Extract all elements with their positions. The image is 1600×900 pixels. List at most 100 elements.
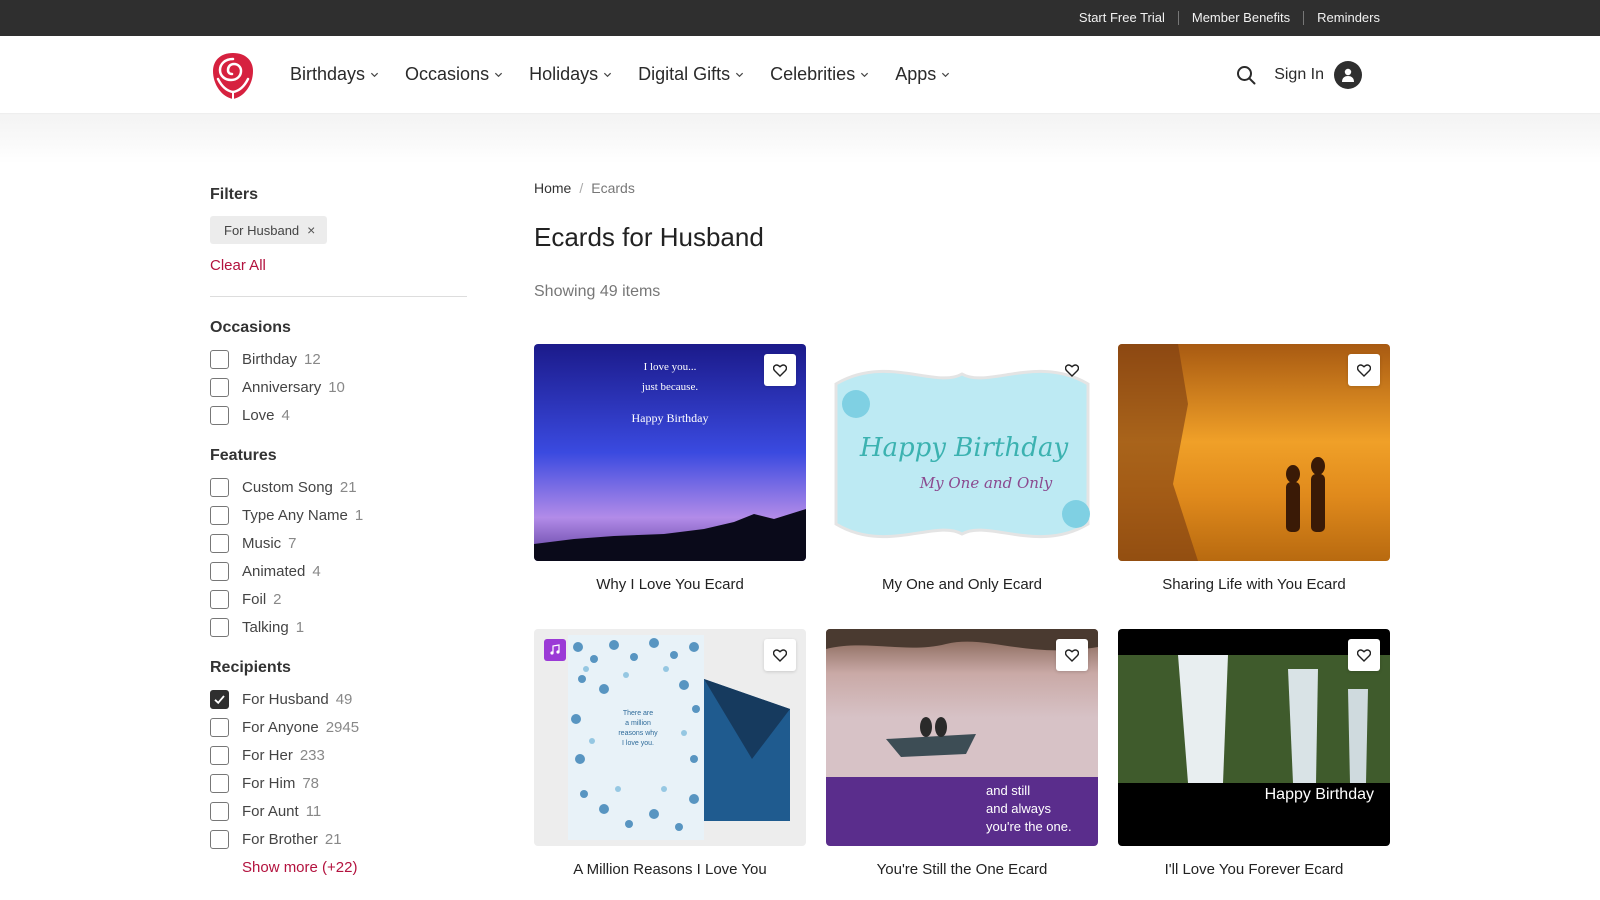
ecard-title[interactable]: A Million Reasons I Love You (534, 861, 806, 878)
recipients-filter: Recipients For Husband 49 For Anyone 294… (210, 659, 467, 876)
favorite-button[interactable] (764, 639, 796, 671)
checkbox[interactable] (210, 589, 229, 609)
card-art-line-4: I love you. (622, 740, 654, 747)
card-art-line-1: Happy Birthday (1265, 786, 1374, 803)
clear-all-link[interactable]: Clear All (210, 257, 467, 274)
filters-title: Filters (210, 186, 259, 203)
nav-digital-gifts[interactable]: Digital Gifts (638, 64, 744, 85)
ecard-thumbnail[interactable]: There are a million reasons why I love y… (534, 629, 806, 846)
card-art-line-3: you're the one. (986, 819, 1072, 834)
header-actions: Sign In (1236, 60, 1362, 89)
filter-option-love[interactable]: Love 4 (210, 401, 467, 429)
filter-option-for-husband[interactable]: For Husband 49 (210, 685, 467, 713)
start-free-trial-link[interactable]: Start Free Trial (1066, 11, 1178, 25)
user-icon[interactable] (1334, 60, 1362, 89)
favorite-button[interactable] (764, 354, 796, 386)
filter-count: 10 (328, 378, 345, 396)
card-art-line-1: Happy Birthday (859, 433, 1069, 463)
filter-label: Foil (242, 590, 267, 608)
chevron-down-icon (736, 72, 744, 78)
filter-option-talking[interactable]: Talking 1 (210, 613, 467, 641)
checkbox[interactable] (210, 561, 229, 581)
checkbox[interactable] (210, 829, 229, 849)
active-filter-chip[interactable]: For Husband × (210, 216, 328, 244)
filter-option-anniversary[interactable]: Anniversary 10 (210, 373, 467, 401)
filter-count: 11 (305, 802, 322, 820)
checkbox[interactable] (210, 617, 229, 637)
reminders-link[interactable]: Reminders (1303, 11, 1380, 25)
filter-label: Music (242, 534, 282, 552)
filter-label: For Her (242, 746, 293, 764)
ecard-thumbnail[interactable]: Happy Birthday (1118, 629, 1390, 846)
checkbox[interactable] (210, 533, 229, 553)
header-shadow (0, 114, 1600, 164)
checkbox[interactable] (210, 801, 229, 821)
filter-option-birthday[interactable]: Birthday 12 (210, 345, 467, 373)
checkbox[interactable] (210, 377, 229, 397)
nav-holidays[interactable]: Holidays (529, 64, 612, 85)
checkbox[interactable] (210, 745, 229, 765)
filter-option-for-aunt[interactable]: For Aunt 11 (210, 797, 467, 825)
features-title: Features (210, 447, 277, 464)
checkbox[interactable] (210, 505, 229, 525)
ecard-tile[interactable]: Sharing Life with You Ecard (1118, 344, 1390, 593)
ecard-tile[interactable]: Happy Birthday My One and Only My One an… (826, 344, 1098, 593)
show-more-link[interactable]: Show more (+22) (242, 859, 467, 876)
checkbox-checked[interactable] (210, 689, 229, 709)
filter-option-for-him[interactable]: For Him 78 (210, 769, 467, 797)
ecard-tile[interactable]: I love you... just because. Happy Birthd… (534, 344, 806, 593)
ecard-title[interactable]: You're Still the One Ecard (826, 861, 1098, 878)
ecard-thumbnail[interactable]: Happy Birthday My One and Only (826, 344, 1098, 561)
ecard-thumbnail[interactable]: and still and always you're the one. (826, 629, 1098, 846)
ecard-thumbnail[interactable]: I love you... just because. Happy Birthd… (534, 344, 806, 561)
search-icon[interactable] (1236, 65, 1256, 85)
heart-icon (1065, 648, 1079, 662)
favorite-button[interactable] (1056, 639, 1088, 671)
favorite-button[interactable] (1348, 354, 1380, 386)
checkbox[interactable] (210, 717, 229, 737)
filter-option-type-any-name[interactable]: Type Any Name 1 (210, 501, 467, 529)
ecard-tile[interactable]: There are a million reasons why I love y… (534, 629, 806, 878)
breadcrumb-home[interactable]: Home (534, 180, 571, 196)
filter-option-custom-song[interactable]: Custom Song 21 (210, 473, 467, 501)
filter-option-foil[interactable]: Foil 2 (210, 585, 467, 613)
ecard-title[interactable]: Sharing Life with You Ecard (1118, 576, 1390, 593)
checkbox[interactable] (210, 477, 229, 497)
nav-celebrities[interactable]: Celebrities (770, 64, 869, 85)
sign-in-link[interactable]: Sign In (1274, 66, 1324, 84)
filter-option-for-her[interactable]: For Her 233 (210, 741, 467, 769)
heart-icon (1065, 363, 1079, 377)
ecard-title[interactable]: I'll Love You Forever Ecard (1118, 861, 1390, 878)
favorite-button[interactable] (1056, 354, 1088, 386)
nav-apps[interactable]: Apps (895, 64, 950, 85)
filter-option-for-anyone[interactable]: For Anyone 2945 (210, 713, 467, 741)
nav-occasions[interactable]: Occasions (405, 64, 503, 85)
checkbox[interactable] (210, 773, 229, 793)
filter-count: 1 (354, 506, 364, 524)
filter-option-for-brother[interactable]: For Brother 21 (210, 825, 467, 853)
ecard-tile[interactable]: Happy Birthday I'll Love You Forever Eca… (1118, 629, 1390, 878)
breadcrumb-current: Ecards (591, 180, 635, 196)
rose-logo-icon[interactable] (210, 49, 256, 101)
card-art-line-2: and always (986, 801, 1052, 816)
chevron-down-icon (495, 72, 503, 78)
remove-filter-icon[interactable]: × (307, 222, 315, 238)
chevron-down-icon (604, 72, 612, 78)
member-benefits-link[interactable]: Member Benefits (1177, 11, 1303, 25)
filter-option-animated[interactable]: Animated 4 (210, 557, 467, 585)
ecard-title[interactable]: My One and Only Ecard (826, 576, 1098, 593)
filter-label: For Anyone (242, 718, 319, 736)
filter-label: Birthday (242, 350, 298, 368)
ecard-title[interactable]: Why I Love You Ecard (534, 576, 806, 593)
filters-sidebar: Filters For Husband × Clear All Occasion… (210, 186, 467, 894)
favorite-button[interactable] (1348, 639, 1380, 671)
filter-count: 49 (335, 690, 353, 708)
ecard-tile[interactable]: and still and always you're the one. You… (826, 629, 1098, 878)
checkbox[interactable] (210, 349, 229, 369)
nav-birthdays[interactable]: Birthdays (290, 64, 379, 85)
ecard-thumbnail[interactable] (1118, 344, 1390, 561)
filter-label: Anniversary (242, 378, 322, 396)
filter-option-music[interactable]: Music 7 (210, 529, 467, 557)
filter-label: For Brother (242, 830, 318, 848)
checkbox[interactable] (210, 405, 229, 425)
